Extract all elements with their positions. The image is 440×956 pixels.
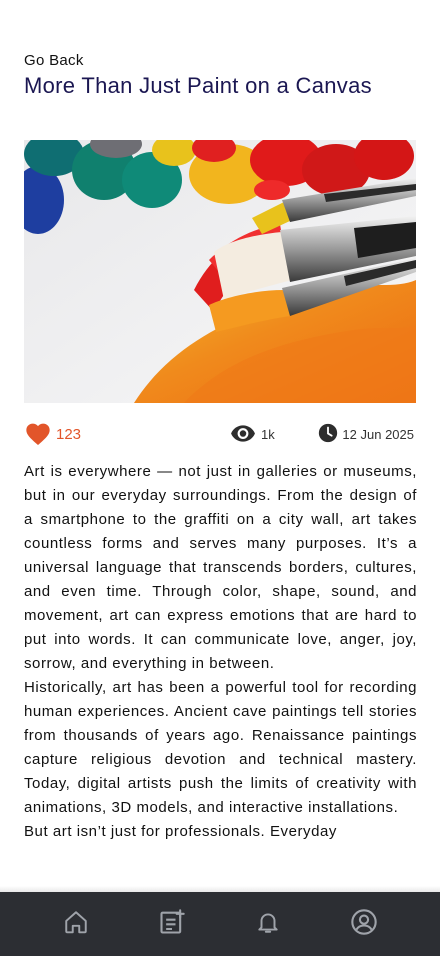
article-body: Art is everywhere — not just in gallerie… xyxy=(24,460,417,892)
header: Go Back More Than Just Paint on a Canvas xyxy=(24,52,416,99)
nav-profile[interactable] xyxy=(342,902,386,946)
views: 1k xyxy=(230,424,275,445)
like-count: 123 xyxy=(56,425,82,443)
nav-home[interactable] xyxy=(54,902,98,946)
page-title: More Than Just Paint on a Canvas xyxy=(24,73,372,98)
profile-icon xyxy=(350,908,378,941)
article-icon xyxy=(158,908,186,941)
bottom-navbar xyxy=(0,892,440,956)
date-text: 12 Jun 2025 xyxy=(342,426,414,442)
heart-icon xyxy=(24,420,52,449)
hero-image xyxy=(24,140,416,403)
eye-icon xyxy=(230,424,256,445)
nav-articles[interactable] xyxy=(150,902,194,946)
article-paragraph: Historically, art has been a powerful to… xyxy=(24,679,417,816)
article-paragraph: Art is everywhere — not just in gallerie… xyxy=(24,463,417,672)
article-paragraph: But art isn’t just for professionals. Ev… xyxy=(24,823,337,840)
view-count: 1k xyxy=(261,426,275,442)
bell-icon xyxy=(255,909,281,940)
like-button[interactable]: 123 xyxy=(24,420,81,449)
go-back-link[interactable]: Go Back xyxy=(24,52,84,69)
home-icon xyxy=(63,909,89,940)
clock-icon xyxy=(317,422,339,447)
article-meta: 123 1k 12 Jun 2025 xyxy=(24,420,416,448)
publish-date: 12 Jun 2025 xyxy=(317,422,414,447)
nav-notifications[interactable] xyxy=(246,902,290,946)
